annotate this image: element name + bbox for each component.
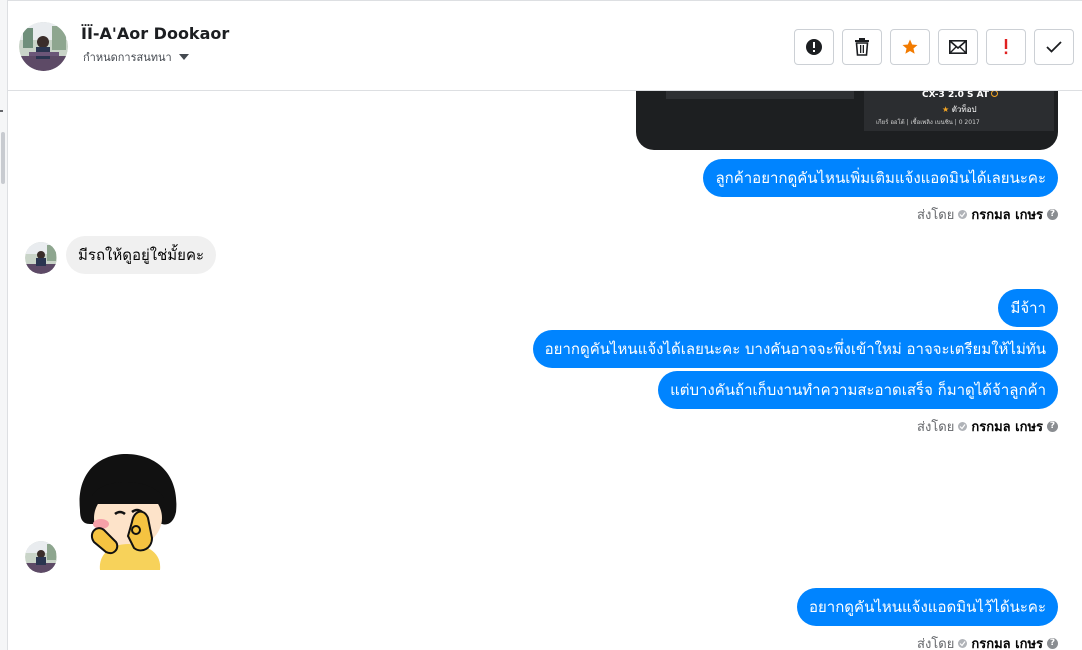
caret-down-icon [178,54,189,60]
car-info-card: CX-3 2.0 S AT ★ ตัวท็อป เกียร์ ออโต้ | เ… [864,91,1054,131]
star-button[interactable] [890,29,930,65]
sender-name[interactable]: กรกมล เกษร [971,633,1043,650]
car-badge-text: ตัวท็อป [951,105,977,114]
conversation-settings-dropdown[interactable]: กำหนดการสนทนา [83,48,189,66]
contact-avatar-small[interactable] [25,242,57,274]
exclamation-icon [1004,39,1008,55]
message-bubble-outgoing[interactable]: มีจ้าา [998,289,1058,327]
card-listing-strip [666,91,854,99]
check-circle-icon [958,639,968,648]
follow-up-button[interactable] [986,29,1026,65]
sent-by-line: ส่งโดย กรกมล เกษร ? [917,416,1058,437]
mark-unread-button[interactable] [938,29,978,65]
message-bubble-outgoing[interactable]: อยากดูคันไหนแจ้งแอดมินไว้ได้นะคะ [796,588,1058,626]
left-panel-edge [0,0,8,650]
shared-car-card[interactable]: CX-3 2.0 S AT ★ ตัวท็อป เกียร์ ออโต้ | เ… [636,91,1058,150]
sender-name[interactable]: กรกมล เกษร [971,416,1043,437]
contact-avatar-small[interactable] [25,541,57,573]
conversation-settings-label: กำหนดการสนทนา [83,51,172,64]
check-circle-icon [958,422,968,431]
help-icon[interactable]: ? [1047,421,1058,432]
conversation-header: ÏÏ-A'Aor Dookaor กำหนดการสนทนา [8,0,1082,91]
check-circle-icon [958,210,968,219]
message-bubble-incoming[interactable]: มีรถให้ดูอยู่ใช่มั้ยคะ [66,236,217,274]
scrollbar-thumb[interactable] [1,132,5,184]
message-bubble-outgoing[interactable]: อยากดูคันไหนแจ้งได้เลยนะคะ บางคันอาจจะพึ… [532,330,1058,368]
car-model-text: CX-3 2.0 S AT [922,91,990,100]
help-icon[interactable]: ? [1047,638,1058,649]
delete-button[interactable] [842,29,882,65]
header-actions [794,29,1074,65]
verified-ring-icon [991,91,999,97]
sent-by-label: ส่งโดย [917,420,955,435]
star-icon [902,39,918,54]
contact-name: ÏÏ-A'Aor Dookaor [81,24,230,43]
sent-by-line: ส่งโดย กรกมล เกษร ? [917,633,1058,650]
message-bubble-outgoing[interactable]: ลูกค้าอยากดูคันไหนเพิ่มเติมแจ้งแอดมินได้… [703,159,1058,197]
message-bubble-outgoing[interactable]: แต่บางคันถ้าเก็บงานทำความสะอาดเสร็จ ก็มา… [658,371,1058,409]
panel-edge-tick [0,110,3,112]
sent-by-label: ส่งโดย [917,208,955,223]
sent-by-label: ส่งโดย [917,637,955,650]
star-icon: ★ [942,105,950,114]
contact-avatar[interactable] [19,22,68,71]
alert-circle-icon [806,39,822,55]
trash-icon [855,38,869,56]
help-icon[interactable]: ? [1047,209,1058,220]
car-model: CX-3 2.0 S AT [922,91,999,100]
check-icon [1046,41,1062,53]
sender-name[interactable]: กรกมล เกษร [971,204,1043,225]
sticker-girl-image[interactable] [70,452,182,570]
report-spam-button[interactable] [794,29,834,65]
envelope-icon [949,40,967,54]
mark-done-button[interactable] [1034,29,1074,65]
sent-by-line: ส่งโดย กรกมล เกษร ? [917,204,1058,225]
car-badge: ★ ตัวท็อป [942,103,977,116]
car-specs: เกียร์ ออโต้ | เชื้อเพลิง เบนซิน | 0 201… [876,119,980,126]
